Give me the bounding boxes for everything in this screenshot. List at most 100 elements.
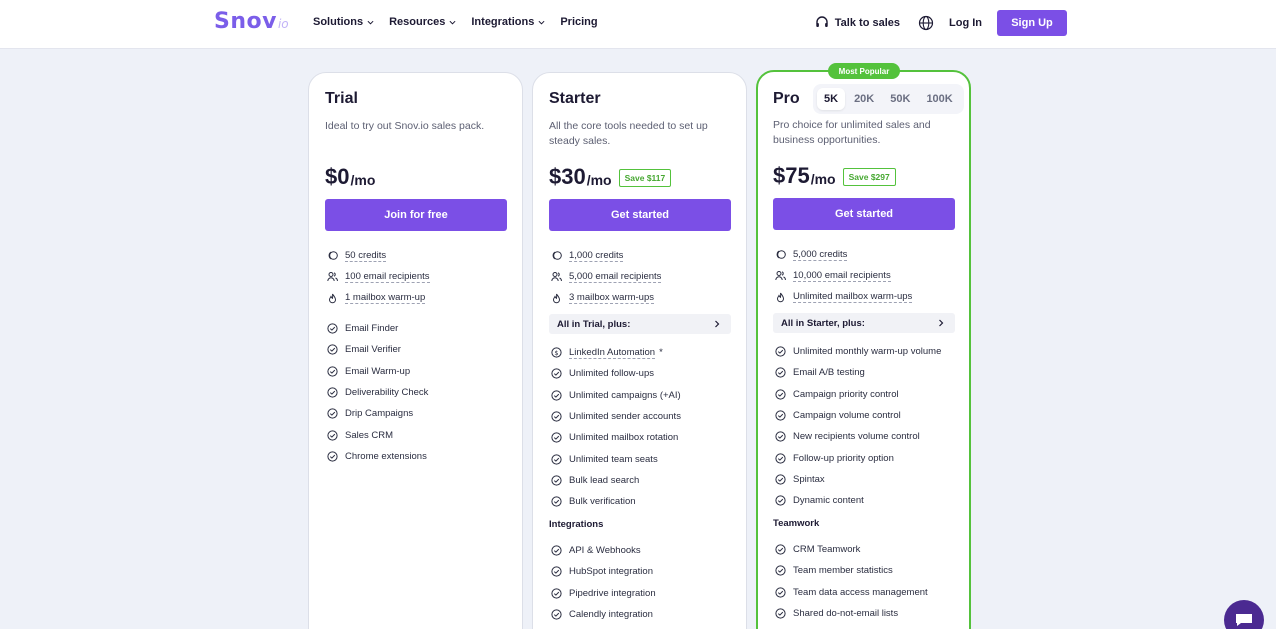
credits-list: 50 credits 100 email recipients 1 mailbo… [327, 245, 517, 309]
feature-label: Unlimited team seats [569, 453, 658, 465]
integrations-heading: Integrations [549, 519, 604, 530]
users-icon [551, 272, 562, 282]
signup-button[interactable]: Sign Up [997, 10, 1067, 36]
coins-icon [328, 251, 338, 260]
check-circle-icon [775, 608, 786, 619]
plan-description: Ideal to try out Snov.io sales pack. [325, 120, 485, 132]
plus-label: All in Trial, plus: [557, 318, 631, 330]
tier-option-20k[interactable]: 20K [847, 88, 881, 110]
check-circle-icon [327, 430, 338, 441]
get-started-button[interactable]: Get started [773, 198, 955, 230]
check-circle-icon [775, 453, 786, 464]
warmup-item: 1 mailbox warm-up [327, 288, 517, 309]
menu-pricing[interactable]: Pricing [560, 16, 597, 28]
feature-item: Chrome extensions [327, 446, 517, 467]
credits-label[interactable]: 50 credits [345, 250, 387, 262]
nav-actions: Talk to sales Log In Sign Up [815, 10, 1067, 36]
join-for-free-button[interactable]: Join for free [325, 199, 507, 231]
price: $75 [773, 163, 810, 188]
tier-option-50k[interactable]: 50K [883, 88, 917, 110]
feature-item: Drip Campaigns [327, 403, 517, 424]
top-navbar: Snov io Solutions Resources Integrations… [0, 0, 1276, 49]
plan-name: Starter [549, 90, 601, 107]
check-circle-icon [775, 495, 786, 506]
integration-label: Pipedrive integration [569, 587, 656, 599]
teamwork-item: Shared do-not-email lists [775, 603, 965, 624]
feature-item: Email Warm-up [327, 361, 517, 382]
feature-label: Deliverability Check [345, 387, 429, 399]
check-circle-icon [327, 323, 338, 334]
warmup-item: 3 mailbox warm-ups [551, 288, 741, 309]
get-started-button[interactable]: Get started [549, 199, 731, 231]
feature-item: Email Verifier [327, 339, 517, 360]
feature-label: Unlimited sender accounts [569, 411, 681, 423]
linkedin-automation-label[interactable]: LinkedIn Automation [569, 347, 656, 359]
feature-label: Email Warm-up [345, 365, 411, 377]
recipients-item: 100 email recipients [327, 266, 517, 287]
plan-name: Trial [325, 90, 358, 107]
all-in-trial-plus-toggle[interactable]: All in Trial, plus: [549, 314, 731, 334]
recipients-label[interactable]: 10,000 email recipients [793, 270, 891, 282]
warmup-label[interactable]: 3 mailbox warm-ups [569, 292, 654, 305]
chat-widget-button[interactable] [1224, 600, 1264, 629]
check-circle-icon [775, 389, 786, 400]
talk-to-sales-link[interactable]: Talk to sales [815, 16, 900, 30]
integration-item: API & Webhooks [551, 540, 741, 561]
feature-label: Spintax [793, 473, 825, 485]
check-circle-icon [551, 496, 562, 507]
teamwork-label: Shared do-not-email lists [793, 608, 899, 620]
plan-card-starter: Starter All the core tools needed to set… [532, 72, 747, 629]
feature-label: New recipients volume control [793, 431, 920, 443]
price-period: /mo [350, 172, 376, 188]
feature-item: Sales CRM [327, 424, 517, 445]
check-circle-icon [327, 451, 338, 462]
feature-item: Unlimited team seats [551, 448, 741, 469]
warmup-label[interactable]: 1 mailbox warm-up [345, 292, 426, 305]
credits-item: 50 credits [327, 245, 517, 266]
recipients-item: 10,000 email recipients [775, 265, 965, 286]
menu-resources-label: Resources [389, 16, 446, 28]
feature-item: Email A/B testing [775, 362, 965, 383]
users-icon [327, 272, 338, 282]
volume-tier-selector: 5K 20K 50K 100K [813, 84, 964, 114]
recipients-label[interactable]: 5,000 email recipients [569, 271, 662, 283]
check-circle-icon [551, 475, 562, 486]
feature-label: Dynamic content [793, 495, 864, 507]
credits-label[interactable]: 1,000 credits [569, 250, 624, 262]
teamwork-label: CRM Teamwork [793, 544, 861, 556]
plan-card-trial: Trial Ideal to try out Snov.io sales pac… [308, 72, 523, 629]
price-row: $75/mo Save $297 [773, 163, 896, 189]
price-row: $0/mo [325, 164, 375, 190]
feature-label: Unlimited mailbox rotation [569, 432, 679, 444]
menu-integrations[interactable]: Integrations [471, 16, 545, 28]
login-link[interactable]: Log In [949, 17, 982, 29]
globe-icon[interactable] [918, 15, 934, 31]
linkedin-asterisk: * [659, 347, 663, 359]
tier-option-5k[interactable]: 5K [817, 88, 846, 110]
all-in-starter-plus-toggle[interactable]: All in Starter, plus: [773, 313, 955, 333]
save-badge: Save $297 [842, 168, 896, 186]
credits-label[interactable]: 5,000 credits [793, 249, 848, 261]
teamwork-item: CRM Teamwork [775, 539, 965, 560]
feature-label: Unlimited campaigns (+AI) [569, 389, 681, 401]
tier-option-100k[interactable]: 100K [919, 88, 959, 110]
flame-icon [776, 292, 785, 302]
recipients-label[interactable]: 100 email recipients [345, 271, 430, 283]
feature-label: Campaign volume control [793, 410, 901, 422]
features-list: $ LinkedIn Automation * Unlimited follow-… [551, 342, 741, 512]
menu-solutions[interactable]: Solutions [313, 16, 374, 28]
feature-item: Bulk verification [551, 491, 741, 512]
credits-item: 1,000 credits [551, 245, 741, 266]
feature-label: Bulk lead search [569, 474, 640, 486]
feature-label: Bulk verification [569, 496, 636, 508]
integration-label: API & Webhooks [569, 545, 641, 557]
teamwork-heading: Teamwork [773, 518, 820, 529]
warmup-label[interactable]: Unlimited mailbox warm-ups [793, 291, 913, 304]
check-circle-icon [327, 344, 338, 356]
integration-item: Calendly integration [551, 604, 741, 625]
menu-resources[interactable]: Resources [389, 16, 456, 28]
credits-item: 5,000 credits [775, 244, 965, 265]
feature-label: Email Finder [345, 323, 399, 335]
snovio-logo[interactable]: Snov io [214, 9, 289, 37]
teamwork-label: Team data access management [793, 586, 928, 598]
